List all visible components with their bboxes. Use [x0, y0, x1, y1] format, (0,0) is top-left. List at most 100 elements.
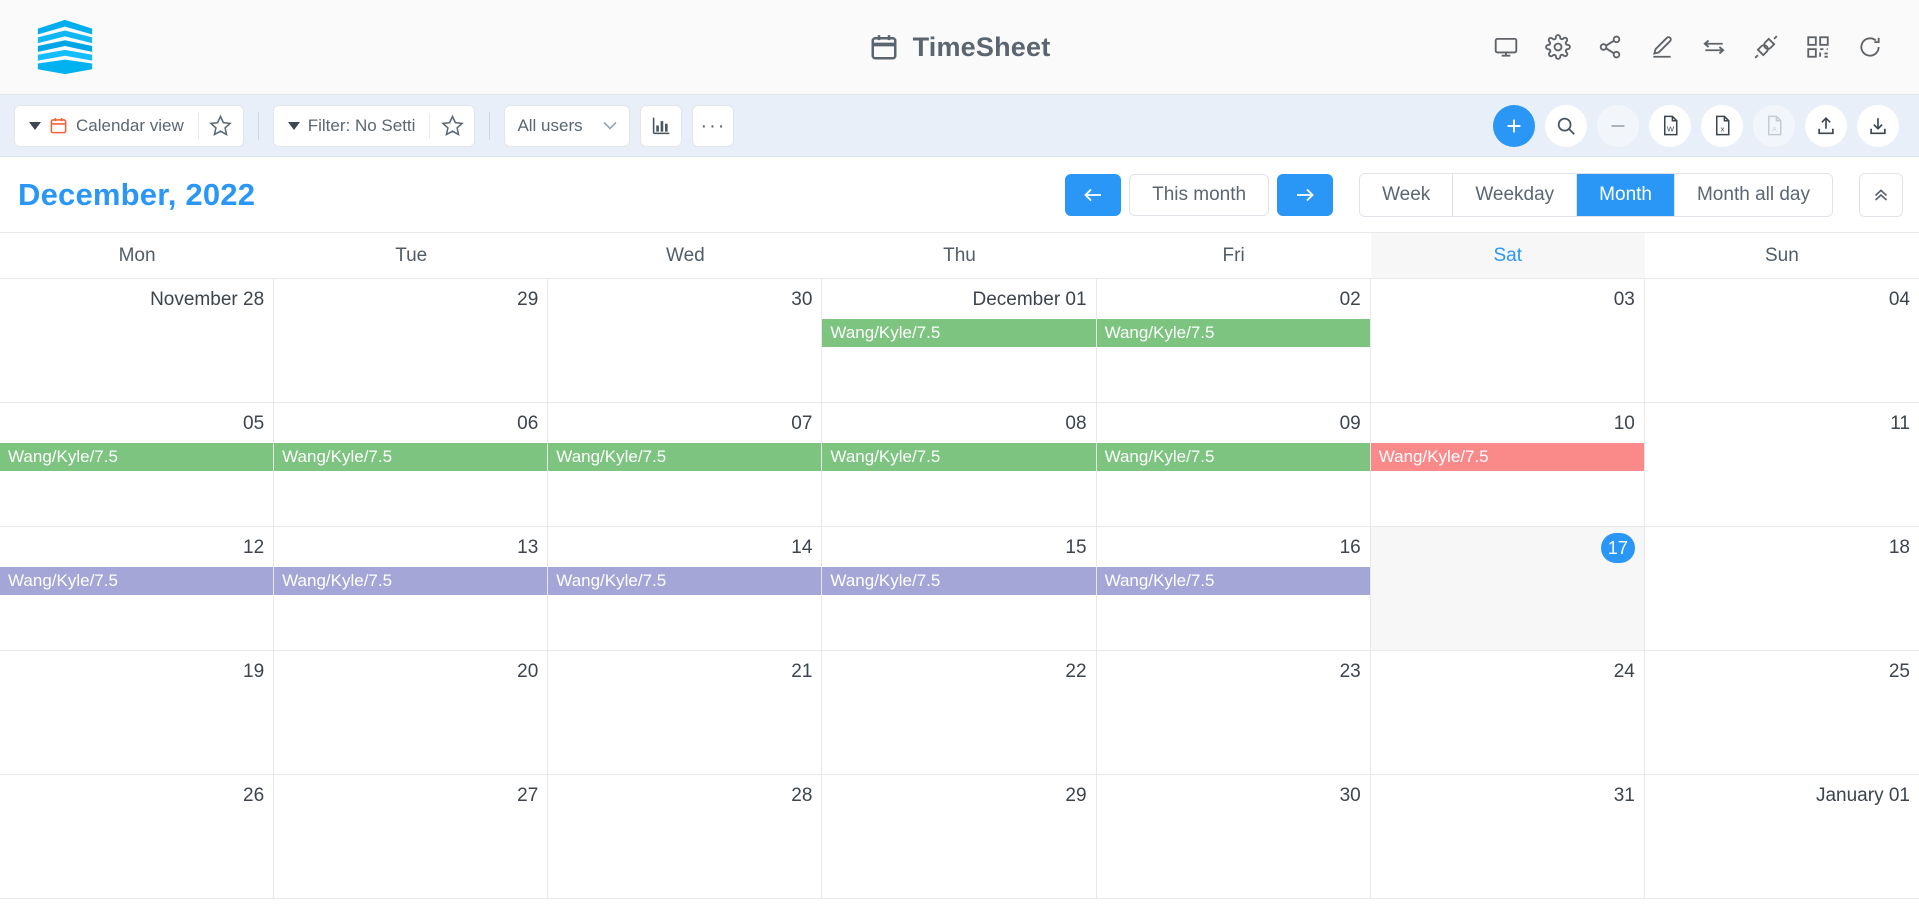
plugin-icon[interactable]: [1753, 34, 1779, 60]
prev-month-button[interactable]: [1065, 173, 1122, 216]
view-mode-weekday[interactable]: Weekday: [1453, 173, 1578, 216]
day-cell[interactable]: 30: [548, 279, 823, 402]
bar-chart-icon: [652, 117, 670, 135]
day-of-week-header: Mon Tue Wed Thu Fri Sat Sun: [0, 232, 1919, 279]
calendar-event[interactable]: Wang/Kyle/7.5: [0, 567, 274, 595]
add-button[interactable]: [1493, 104, 1535, 147]
calendar-event[interactable]: Wang/Kyle/7.5: [822, 319, 1096, 347]
export-pdf-button[interactable]: A: [1753, 104, 1795, 147]
day-cell[interactable]: 09 Wang/Kyle/7.5: [1096, 403, 1371, 526]
day-cell[interactable]: 16 Wang/Kyle/7.5: [1096, 527, 1371, 650]
day-cell[interactable]: 24: [1371, 651, 1645, 774]
calendar-event[interactable]: Wang/Kyle/7.5: [822, 443, 1096, 471]
edit-pencil-icon[interactable]: [1649, 34, 1675, 60]
day-header-sat: Sat: [1370, 233, 1645, 278]
day-number: 26: [243, 785, 265, 806]
day-cell[interactable]: 17: [1370, 527, 1645, 650]
calendar-event[interactable]: Wang/Kyle/7.5: [548, 567, 822, 595]
calendar-event[interactable]: Wang/Kyle/7.5: [548, 443, 822, 471]
remove-button[interactable]: [1597, 104, 1639, 147]
day-cell[interactable]: December 01 Wang/Kyle/7.5: [822, 279, 1097, 402]
day-cell[interactable]: November 28: [0, 279, 275, 402]
day-cell[interactable]: 20: [274, 651, 549, 774]
calendar-event[interactable]: Wang/Kyle/7.5: [822, 567, 1096, 595]
calendar-view-button[interactable]: Calendar view: [15, 105, 198, 146]
day-cell[interactable]: 29: [274, 279, 549, 402]
day-cell[interactable]: 06 Wang/Kyle/7.5: [274, 403, 549, 526]
download-button[interactable]: [1857, 104, 1899, 147]
day-number: 20: [517, 661, 539, 682]
day-cell[interactable]: 08 Wang/Kyle/7.5: [822, 403, 1097, 526]
qr-code-icon[interactable]: [1805, 34, 1831, 60]
user-filter-select[interactable]: All users: [504, 104, 631, 147]
day-cell[interactable]: 29: [822, 775, 1097, 898]
day-cell[interactable]: 21: [548, 651, 823, 774]
day-cell[interactable]: 12 Wang/Kyle/7.5: [0, 527, 275, 650]
day-cell[interactable]: 31: [1371, 775, 1645, 898]
filter-button[interactable]: Filter: No Setti: [273, 105, 430, 146]
calendar-event[interactable]: Wang/Kyle/7.5: [1096, 443, 1370, 471]
day-cell[interactable]: 25: [1645, 651, 1919, 774]
day-number: 31: [1613, 785, 1635, 806]
day-cell[interactable]: 05 Wang/Kyle/7.5: [0, 403, 275, 526]
day-cell[interactable]: 04: [1645, 279, 1919, 402]
calendar-event[interactable]: Wang/Kyle/7.5: [0, 443, 274, 471]
day-cell[interactable]: 11: [1645, 403, 1919, 526]
gear-icon[interactable]: [1545, 34, 1571, 60]
view-mode-month[interactable]: Month: [1577, 173, 1675, 216]
calendar-red-icon: [50, 117, 67, 134]
export-word-button[interactable]: W: [1649, 104, 1691, 147]
this-month-button[interactable]: This month: [1129, 173, 1270, 216]
day-cell[interactable]: 27: [274, 775, 549, 898]
swap-arrows-icon[interactable]: [1701, 34, 1727, 60]
day-cell[interactable]: 14 Wang/Kyle/7.5: [548, 527, 823, 650]
day-number: 06: [517, 413, 539, 434]
pdf-file-icon: A: [1767, 115, 1781, 136]
day-number: 05: [243, 413, 265, 434]
day-number: 07: [791, 413, 813, 434]
day-cell[interactable]: 18: [1645, 527, 1919, 650]
day-header-fri: Fri: [1222, 244, 1245, 266]
day-number: 19: [243, 661, 265, 682]
calendar-event[interactable]: Wang/Kyle/7.5: [1096, 319, 1370, 347]
calendar-event[interactable]: Wang/Kyle/7.5: [274, 443, 548, 471]
day-cell[interactable]: 19: [0, 651, 275, 774]
search-button[interactable]: [1545, 104, 1587, 147]
more-options-button[interactable]: ···: [692, 104, 735, 147]
share-icon[interactable]: [1597, 34, 1623, 60]
day-number: 25: [1888, 661, 1910, 682]
day-cell[interactable]: 23: [1097, 651, 1371, 774]
logo-container[interactable]: [0, 16, 130, 78]
day-cell[interactable]: 03: [1371, 279, 1645, 402]
next-month-button[interactable]: [1277, 173, 1334, 216]
day-cell[interactable]: 02 Wang/Kyle/7.5: [1096, 279, 1371, 402]
chevron-down-icon: [603, 121, 618, 130]
collapse-button[interactable]: [1859, 172, 1903, 217]
day-cell[interactable]: 28: [548, 775, 823, 898]
export-excel-button[interactable]: x: [1701, 104, 1743, 147]
chart-button[interactable]: [640, 104, 683, 147]
day-cell[interactable]: January 01: [1645, 775, 1919, 898]
upload-button[interactable]: [1805, 104, 1847, 147]
day-number: 29: [517, 289, 539, 310]
view-mode-segmented-control: Week Weekday Month Month all day: [1359, 172, 1833, 217]
view-mode-month-all-day[interactable]: Month all day: [1674, 173, 1832, 216]
day-cell[interactable]: 30: [1097, 775, 1371, 898]
favorite-view-button[interactable]: [198, 105, 243, 146]
calendar-week-row: November 28 29 30 December 01 Wang/Kyle/7.5 0…: [0, 279, 1919, 403]
day-cell[interactable]: 15 Wang/Kyle/7.5: [822, 527, 1097, 650]
day-cell[interactable]: 26: [0, 775, 275, 898]
monitor-icon[interactable]: [1493, 34, 1519, 60]
day-cell[interactable]: 10 Wang/Kyle/7.5: [1370, 403, 1645, 526]
calendar-event[interactable]: Wang/Kyle/7.5: [1096, 567, 1370, 595]
day-cell[interactable]: 22: [822, 651, 1097, 774]
upload-icon: [1818, 116, 1834, 134]
refresh-icon[interactable]: [1857, 34, 1883, 60]
view-mode-week[interactable]: Week: [1360, 173, 1454, 216]
day-cell[interactable]: 13 Wang/Kyle/7.5: [274, 527, 549, 650]
day-cell[interactable]: 07 Wang/Kyle/7.5: [548, 403, 823, 526]
calendar-event[interactable]: Wang/Kyle/7.5: [274, 567, 548, 595]
favorite-filter-button[interactable]: [430, 105, 475, 146]
calendar-event[interactable]: Wang/Kyle/7.5: [1370, 443, 1644, 471]
day-number: 04: [1888, 289, 1910, 310]
